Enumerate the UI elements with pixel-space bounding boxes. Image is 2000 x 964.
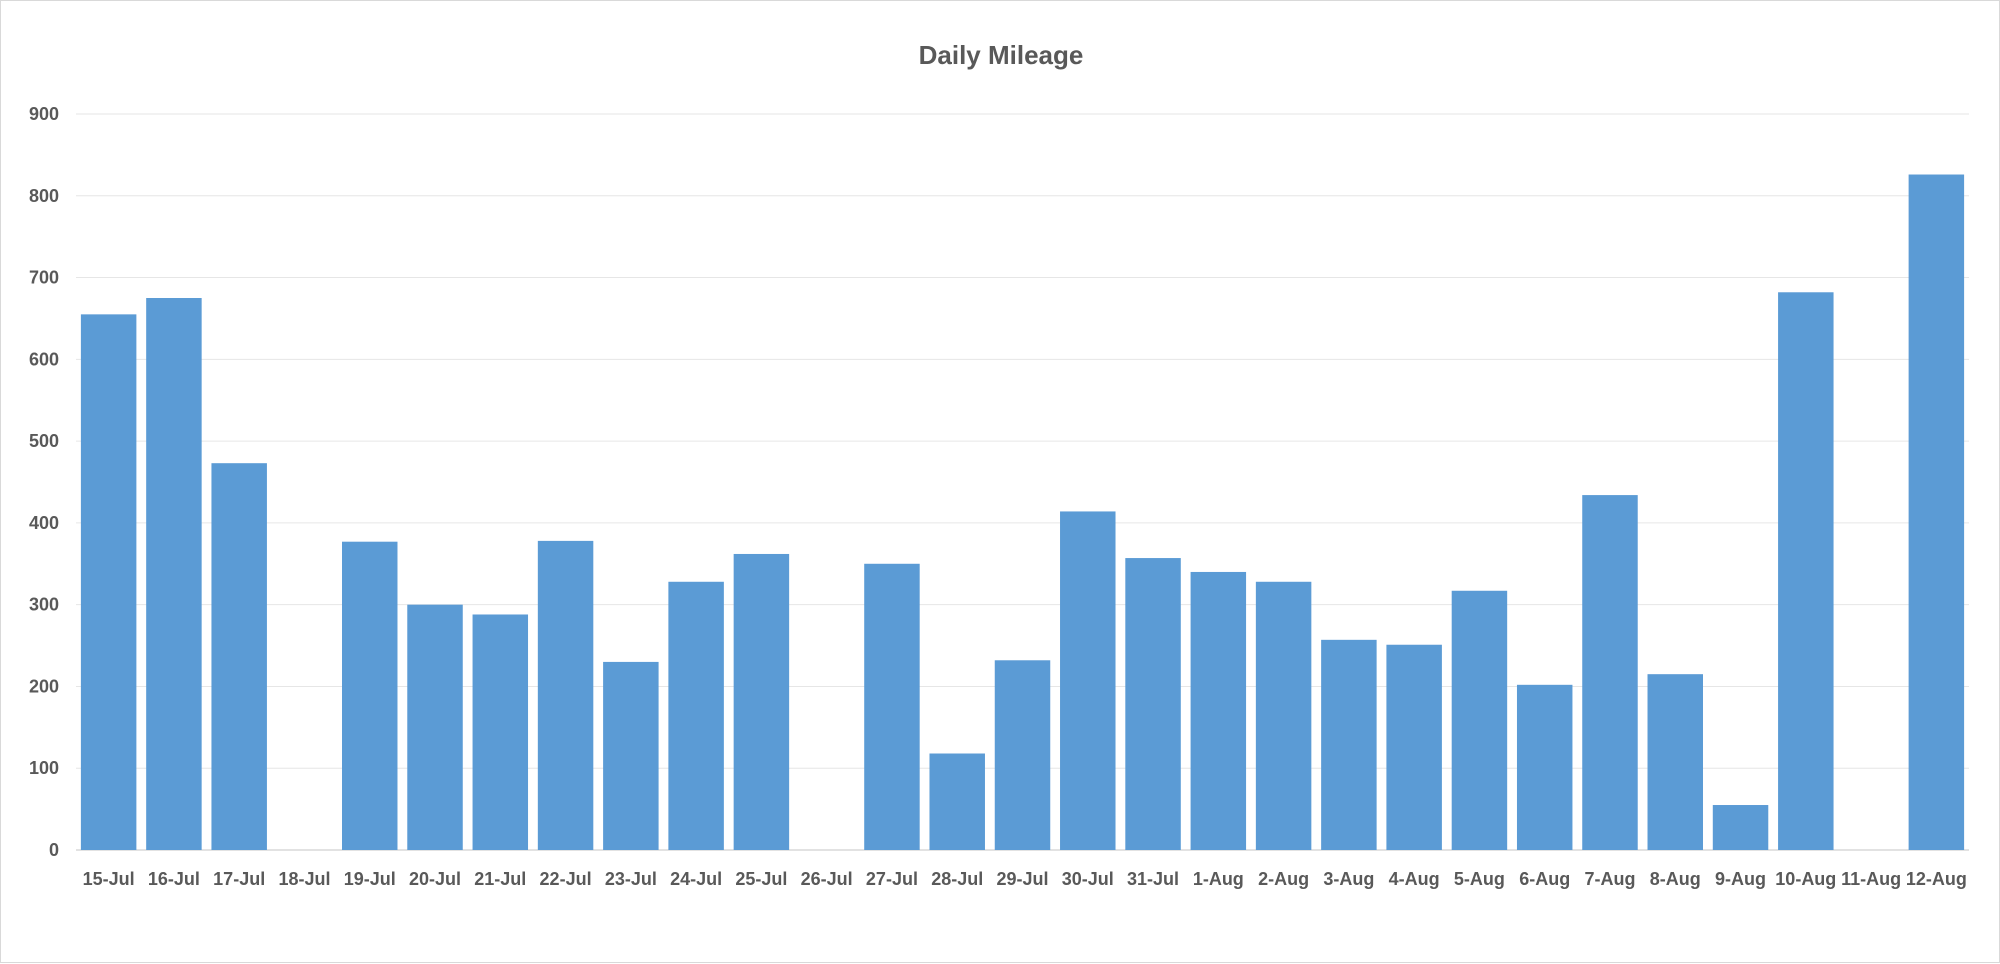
y-tick-label: 600 xyxy=(29,349,59,369)
x-tick-label: 15-Jul xyxy=(83,869,135,889)
bar-1-Aug xyxy=(1190,571,1247,850)
y-tick-label: 700 xyxy=(29,268,59,288)
y-tick-label: 500 xyxy=(29,431,59,451)
x-tick-label: 4-Aug xyxy=(1389,869,1440,889)
y-tick-label: 900 xyxy=(29,104,59,124)
bar-9-Aug xyxy=(1712,805,1769,850)
y-axis-ticks: 0 100 200 300 400 500 600 700 800 900 xyxy=(29,104,59,860)
x-tick-label: 6-Aug xyxy=(1519,869,1570,889)
x-tick-label: 12-Aug xyxy=(1906,869,1967,889)
x-tick-label: 31-Jul xyxy=(1127,869,1179,889)
y-tick-label: 300 xyxy=(29,595,59,615)
bar-23-Jul xyxy=(603,661,659,850)
bar-10-Aug xyxy=(1778,292,1834,851)
x-tick-label: 8-Aug xyxy=(1650,869,1701,889)
x-tick-label: 18-Jul xyxy=(278,869,330,889)
x-tick-label: 24-Jul xyxy=(670,869,722,889)
x-tick-label: 10-Aug xyxy=(1775,869,1836,889)
x-tick-label: 11-Aug xyxy=(1841,869,1901,889)
bar-7-Aug xyxy=(1582,495,1638,850)
chart-title: Daily Mileage xyxy=(919,40,1084,70)
x-tick-label: 28-Jul xyxy=(931,869,983,889)
bar-16-Jul xyxy=(146,298,202,850)
bar-25-Jul xyxy=(733,553,790,850)
y-tick-label: 400 xyxy=(29,513,59,533)
x-tick-label: 2-Aug xyxy=(1258,869,1309,889)
y-tick-label: 200 xyxy=(29,676,59,696)
x-tick-label: 20-Jul xyxy=(409,869,461,889)
chart-area: Daily Mileage 0 100 200 300 400 500 600 700 800 9… xyxy=(0,0,2000,963)
x-tick-label: 27-Jul xyxy=(866,869,918,889)
bar-3-Aug xyxy=(1321,639,1377,850)
bar-24-Jul xyxy=(668,581,724,850)
bar-2-Aug xyxy=(1255,581,1312,850)
bar-20-Jul xyxy=(407,604,463,850)
bar-27-Jul xyxy=(864,563,920,850)
x-tick-label: 5-Aug xyxy=(1454,869,1505,889)
x-tick-label: 25-Jul xyxy=(735,869,787,889)
x-tick-label: 17-Jul xyxy=(213,869,265,889)
x-tick-label: 21-Jul xyxy=(474,869,526,889)
bar-12-Aug xyxy=(1908,174,1965,850)
bar-4-Aug xyxy=(1386,644,1442,850)
x-tick-label: 23-Jul xyxy=(605,869,657,889)
bar-21-Jul xyxy=(472,614,529,850)
y-tick-label: 100 xyxy=(29,758,59,778)
x-tick-label: 3-Aug xyxy=(1323,869,1374,889)
bar-6-Aug xyxy=(1516,684,1573,850)
x-tick-label: 30-Jul xyxy=(1062,869,1114,889)
bar-29-Jul xyxy=(994,660,1051,850)
x-tick-label: 22-Jul xyxy=(540,869,592,889)
bar-19-Jul xyxy=(341,541,398,850)
x-tick-label: 26-Jul xyxy=(801,869,853,889)
bar-31-Jul xyxy=(1125,558,1181,850)
x-tick-label: 9-Aug xyxy=(1715,869,1766,889)
bar-8-Aug xyxy=(1647,674,1704,850)
x-tick-label: 1-Aug xyxy=(1193,869,1244,889)
y-tick-label: 800 xyxy=(29,186,59,206)
bar-15-Jul xyxy=(80,314,137,850)
bar-5-Aug xyxy=(1451,590,1508,850)
bars xyxy=(80,174,1965,851)
x-tick-label: 29-Jul xyxy=(996,869,1048,889)
bar-chart: Daily Mileage 0 100 200 300 400 500 600 700 800 9… xyxy=(29,40,1969,889)
bar-17-Jul xyxy=(211,463,267,850)
x-tick-label: 16-Jul xyxy=(148,869,200,889)
bar-22-Jul xyxy=(537,540,594,850)
y-tick-label: 0 xyxy=(49,840,59,860)
x-tick-label: 7-Aug xyxy=(1584,869,1635,889)
x-axis-ticks: 15-Jul 16-Jul 17-Jul 18-Jul 19-Jul 20-Jul 21-J… xyxy=(83,869,1967,889)
bar-30-Jul xyxy=(1060,511,1116,850)
bar-28-Jul xyxy=(929,753,985,850)
x-tick-label: 19-Jul xyxy=(344,869,396,889)
